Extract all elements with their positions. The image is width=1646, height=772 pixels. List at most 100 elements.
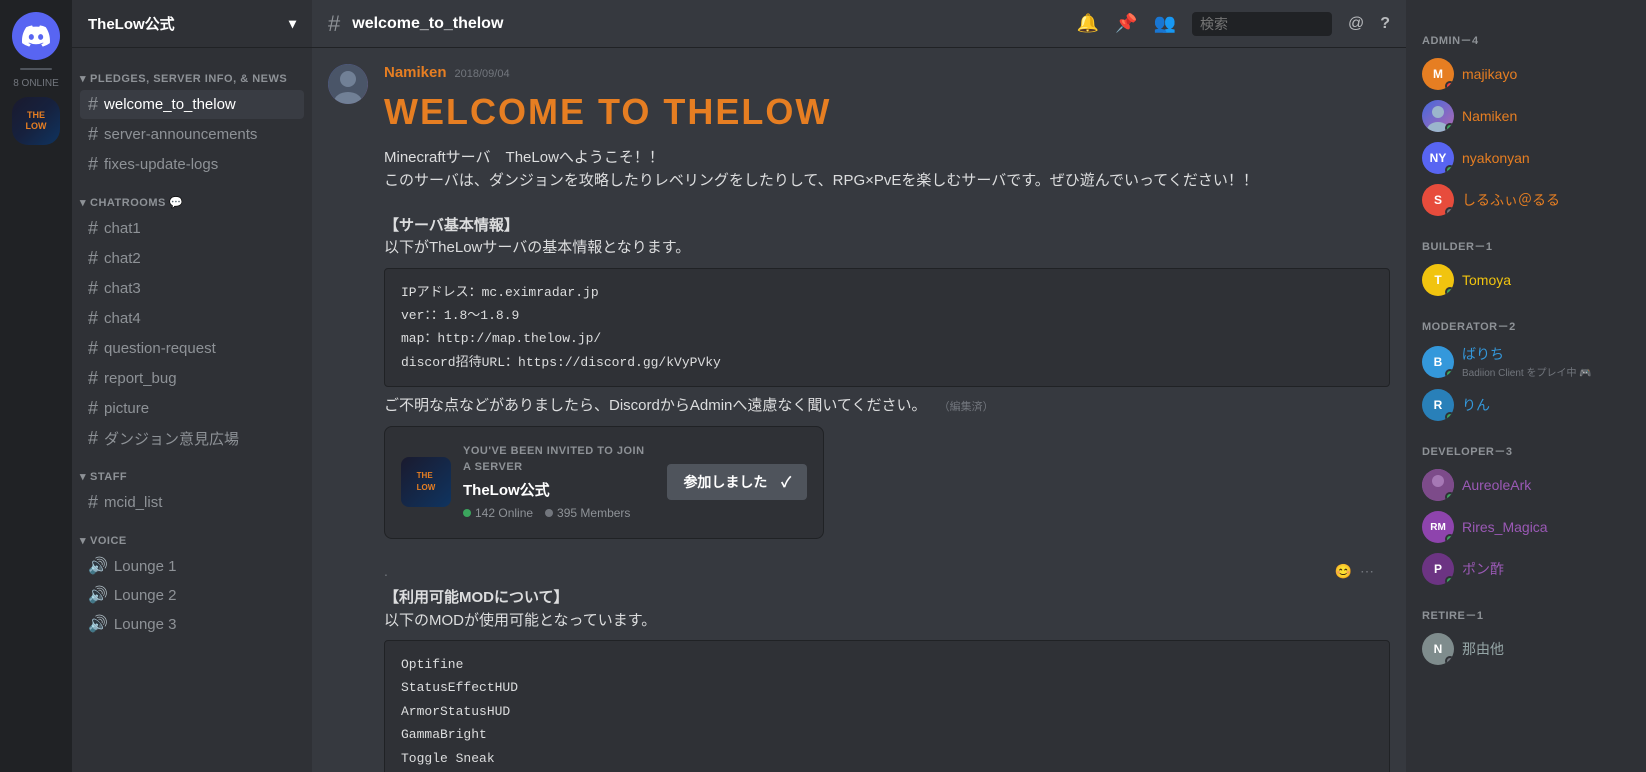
hash-icon: # xyxy=(88,94,98,115)
role-category-moderator: MODERATOR－2 xyxy=(1414,302,1638,338)
member-item-nyakonyan[interactable]: NY nyakonyan xyxy=(1414,138,1638,178)
channel-lounge3[interactable]: 🔊 Lounge 3 xyxy=(80,610,304,638)
category-staff[interactable]: ▾ STAFF xyxy=(72,454,312,487)
channel-lounge2[interactable]: 🔊 Lounge 2 xyxy=(80,581,304,609)
hash-icon: # xyxy=(88,398,98,419)
bell-icon[interactable]: 🔔 xyxy=(1077,13,1099,34)
category-arrow: ▾ xyxy=(80,470,86,483)
channel-question-request[interactable]: # question-request xyxy=(80,334,304,363)
member-name: majikayo xyxy=(1462,66,1517,82)
channel-chat4[interactable]: # chat4 xyxy=(80,304,304,333)
member-item-aureoleark[interactable]: AureoleArk xyxy=(1414,465,1638,505)
channel-welcome-to-thelow[interactable]: # welcome_to_thelow xyxy=(80,90,304,119)
code-line: StatusEffectHUD xyxy=(401,676,1373,699)
member-item-tomoya[interactable]: T Tomoya xyxy=(1414,260,1638,300)
members-icon[interactable]: 👥 xyxy=(1154,13,1176,34)
member-item-majikayo[interactable]: M majikayo xyxy=(1414,54,1638,94)
more-options-icon[interactable]: ⋯ xyxy=(1360,563,1374,580)
message-line: このサーバは、ダンジョンを攻略したりレベリングをしたりして、RPG×PvEを楽し… xyxy=(384,170,1390,193)
message-text: 【利用可能MODについて】 以下のMODが使用可能となっています。 Optifi… xyxy=(384,587,1390,772)
member-avatar xyxy=(1422,469,1454,501)
member-name: nyakonyan xyxy=(1462,150,1530,166)
status-dot-online xyxy=(1445,412,1454,421)
channel-chat3[interactable]: # chat3 xyxy=(80,274,304,303)
hash-icon: # xyxy=(88,278,98,299)
messages-area: Namiken 2018/09/04 WELCOME TO THELOW Min… xyxy=(312,48,1406,772)
message-meta: Namiken 2018/09/04 xyxy=(384,64,1390,81)
member-name: しるふぃ＠るる xyxy=(1462,190,1560,210)
pin-icon[interactable]: 📌 xyxy=(1115,13,1137,34)
code-line: IPアドレス：mc.eximradar.jp xyxy=(401,281,1373,304)
channel-mcid-list[interactable]: # mcid_list xyxy=(80,488,304,517)
member-name: Rires_Magica xyxy=(1462,519,1548,535)
member-name: Tomoya xyxy=(1462,272,1511,288)
channel-chat1[interactable]: # chat1 xyxy=(80,214,304,243)
join-button[interactable]: 参加しました ✓ xyxy=(667,464,807,500)
member-name: AureoleArk xyxy=(1462,477,1531,493)
playing-badge: Badiion Client をプレイ中 🎮 xyxy=(1462,364,1630,379)
status-dot-online xyxy=(1445,576,1454,585)
server-divider xyxy=(20,68,52,70)
online-count: 8 ONLINE xyxy=(13,78,59,89)
invite-card-name: TheLow公式 xyxy=(463,480,655,503)
member-item-namiken[interactable]: Namiken xyxy=(1414,96,1638,136)
member-item-shirufyi[interactable]: S しるふぃ＠るる xyxy=(1414,180,1638,220)
invite-card-icon: THELOW xyxy=(401,457,451,507)
status-dot-dnd xyxy=(1445,81,1454,90)
member-avatar: T xyxy=(1422,264,1454,296)
channel-list: ▾ PLEDGES, SERVER INFO, & NEWS # welcome… xyxy=(72,48,312,772)
channel-name: report_bug xyxy=(104,370,177,387)
message-group: Namiken 2018/09/04 WELCOME TO THELOW Min… xyxy=(328,64,1390,547)
server-header[interactable]: TheLow公式 ▾ xyxy=(72,0,312,48)
status-dot-offline xyxy=(1445,207,1454,216)
channel-chat2[interactable]: # chat2 xyxy=(80,244,304,273)
voice-icon: 🔊 xyxy=(88,556,108,576)
channel-name: picture xyxy=(104,400,149,417)
at-icon[interactable]: @ xyxy=(1348,15,1364,33)
message-line: 以下のMODが使用可能となっています。 xyxy=(384,610,1390,633)
member-item-rin[interactable]: R りん xyxy=(1414,385,1638,425)
mod-message-group: 【利用可能MODについて】 以下のMODが使用可能となっています。 Optifi… xyxy=(328,587,1390,772)
member-name: ポン酢 xyxy=(1462,559,1504,579)
hash-icon: # xyxy=(88,218,98,239)
emoji-reaction-icon[interactable]: 😊 xyxy=(1335,563,1352,580)
header-icons: 🔔 📌 👥 @ ? xyxy=(1077,12,1390,36)
members-stat: 395 Members xyxy=(545,504,630,522)
category-voice[interactable]: ▾ VOICE xyxy=(72,518,312,551)
chevron-down-icon: ▾ xyxy=(289,15,296,32)
search-input[interactable] xyxy=(1192,12,1332,36)
channel-name: server-announcements xyxy=(104,126,257,143)
message-line: Minecraftサーバ TheLowへようこそ！！ xyxy=(384,147,1390,170)
member-avatar: RM xyxy=(1422,511,1454,543)
role-category-retire: RETIRE－1 xyxy=(1414,591,1638,627)
code-block: Optifine StatusEffectHUD ArmorStatusHUD … xyxy=(384,640,1390,772)
invite-card-title: YOU'VE BEEN INVITED TO JOIN A SERVER xyxy=(463,443,655,476)
member-item-nayuta[interactable]: N 那由他 xyxy=(1414,629,1638,669)
code-line: Toggle Sneak xyxy=(401,747,1373,770)
status-dot-offline xyxy=(1445,656,1454,665)
channel-lounge1[interactable]: 🔊 Lounge 1 xyxy=(80,552,304,580)
help-icon[interactable]: ? xyxy=(1380,15,1390,33)
message-timestamp: 2018/09/04 xyxy=(455,68,510,80)
channel-name: mcid_list xyxy=(104,494,162,511)
server-icon-thelow[interactable]: THELOW xyxy=(12,97,60,145)
channel-name: Lounge 1 xyxy=(114,558,177,575)
code-line: ArmorStatusHUD xyxy=(401,700,1373,723)
category-pledges[interactable]: ▾ PLEDGES, SERVER INFO, & NEWS xyxy=(72,56,312,89)
section-header: 【利用可能MODについて】 xyxy=(384,589,569,606)
channel-picture[interactable]: # picture xyxy=(80,394,304,423)
member-item-ponzu[interactable]: P ポン酢 xyxy=(1414,549,1638,589)
channel-fixes-update-logs[interactable]: # fixes-update-logs xyxy=(80,150,304,179)
discord-home-button[interactable] xyxy=(12,12,60,60)
member-item-barichi[interactable]: B ばりち Badiion Client をプレイ中 🎮 xyxy=(1414,340,1638,383)
status-dot-online xyxy=(1445,165,1454,174)
category-chatrooms[interactable]: ▾ CHATROOMS 💬 xyxy=(72,180,312,213)
channel-report-bug[interactable]: # report_bug xyxy=(80,364,304,393)
code-line: GammaBright xyxy=(401,723,1373,746)
channel-name: chat4 xyxy=(104,310,141,327)
channel-server-announcements[interactable]: # server-announcements xyxy=(80,120,304,149)
channel-dungeon[interactable]: # ダンジョン意見広場 xyxy=(80,424,304,453)
role-category-builder: BUILDER－1 xyxy=(1414,222,1638,258)
member-avatar: B xyxy=(1422,346,1454,378)
member-item-rires-magica[interactable]: RM Rires_Magica xyxy=(1414,507,1638,547)
